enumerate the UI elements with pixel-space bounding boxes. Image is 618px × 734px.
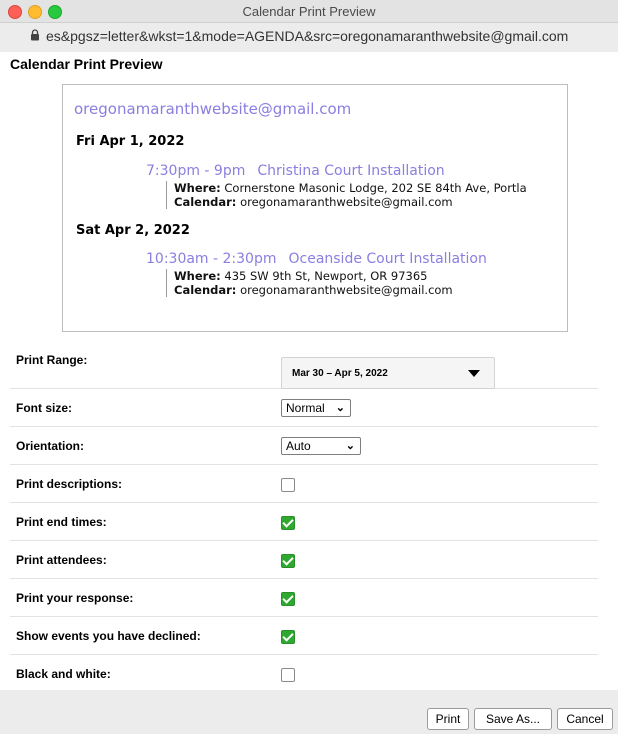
print-range-label: Print Range: [16,353,88,367]
event-name: Christina Court Installation [257,163,445,179]
cancel-button[interactable]: Cancel [557,708,613,730]
print-your-response-checkbox[interactable] [281,592,295,606]
checkbox-label: Black and white: [16,667,111,681]
option-row-print-descriptions: Print descriptions: [10,465,598,503]
event-time: 7:30pm - 9pm [146,163,246,179]
option-row-font-size: Font size: Normal ⌄ [10,389,598,427]
orientation-select[interactable]: Auto ⌄ [281,437,361,455]
preview-event-heading: 7:30pm - 9pm Christina Court Installation [146,163,445,179]
preview-event-details: Where: Cornerstone Masonic Lodge, 202 SE… [166,181,527,209]
window-titlebar: Calendar Print Preview [0,0,618,23]
print-preview: oregonamaranthwebsite@gmail.com Fri Apr … [62,84,568,332]
option-row-black-and-white: Black and white: [10,655,598,692]
preview-day-date: Fri Apr 1, 2022 [76,134,185,149]
chevron-down-icon: ⌄ [345,440,355,452]
event-calendar: oregonamaranthwebsite@gmail.com [240,195,453,209]
option-row-print-end-times: Print end times: [10,503,598,541]
event-time: 10:30am - 2:30pm [146,251,277,267]
event-name: Oceanside Court Installation [288,251,487,267]
event-where: 435 SW 9th St, Newport, OR 97365 [224,269,428,283]
orientation-value: Auto [286,439,311,453]
preview-event-heading: 10:30am - 2:30pm Oceanside Court Installa… [146,251,487,267]
option-row-print-attendees: Print attendees: [10,541,598,579]
option-row-orientation: Orientation: Auto ⌄ [10,427,598,465]
preview-event-details: Where: 435 SW 9th St, Newport, OR 97365 … [166,269,453,297]
window-title: Calendar Print Preview [242,4,376,19]
checkbox-label: Show events you have declined: [16,629,201,643]
calendar-label: Calendar: [174,283,237,297]
save-as-button[interactable]: Save As... [474,708,552,730]
event-calendar: oregonamaranthwebsite@gmail.com [240,283,453,297]
orientation-label: Orientation: [16,439,84,453]
option-row-show-declined: Show events you have declined: [10,617,598,655]
font-size-select[interactable]: Normal ⌄ [281,399,351,417]
dropdown-arrow-icon [468,370,480,377]
font-size-value: Normal [286,401,325,415]
chevron-down-icon: ⌄ [335,402,345,414]
where-label: Where: [174,181,221,195]
event-where: Cornerstone Masonic Lodge, 202 SE 84th A… [224,181,527,195]
preview-calendar-title: oregonamaranthwebsite@gmail.com [74,100,352,118]
url-bar: es&pgsz=letter&wkst=1&mode=AGENDA&src=or… [0,23,618,49]
page-title: Calendar Print Preview [10,56,163,72]
print-range-dropdown[interactable]: Mar 30 – Apr 5, 2022 [281,357,495,389]
page-url: es&pgsz=letter&wkst=1&mode=AGENDA&src=or… [46,28,569,44]
print-dialog: Calendar Print Preview oregonamaranthweb… [0,52,618,712]
print-range-value: Mar 30 – Apr 5, 2022 [292,368,388,379]
lock-icon [31,29,39,41]
print-end-times-checkbox[interactable] [281,516,295,530]
preview-day-date: Sat Apr 2, 2022 [76,223,190,238]
checkbox-label: Print end times: [16,515,107,529]
print-attendees-checkbox[interactable] [281,554,295,568]
checkbox-label: Print attendees: [16,553,107,567]
font-size-label: Font size: [16,401,72,415]
checkbox-label: Print your response: [16,591,134,605]
black-and-white-checkbox[interactable] [281,668,295,682]
calendar-label: Calendar: [174,195,237,209]
where-label: Where: [174,269,221,283]
print-descriptions-checkbox[interactable] [281,478,295,492]
dialog-footer: Print Save As... Cancel [0,690,618,734]
show-declined-checkbox[interactable] [281,630,295,644]
print-button[interactable]: Print [427,708,469,730]
option-row-print-your-response: Print your response: [10,579,598,617]
checkbox-label: Print descriptions: [16,477,123,491]
